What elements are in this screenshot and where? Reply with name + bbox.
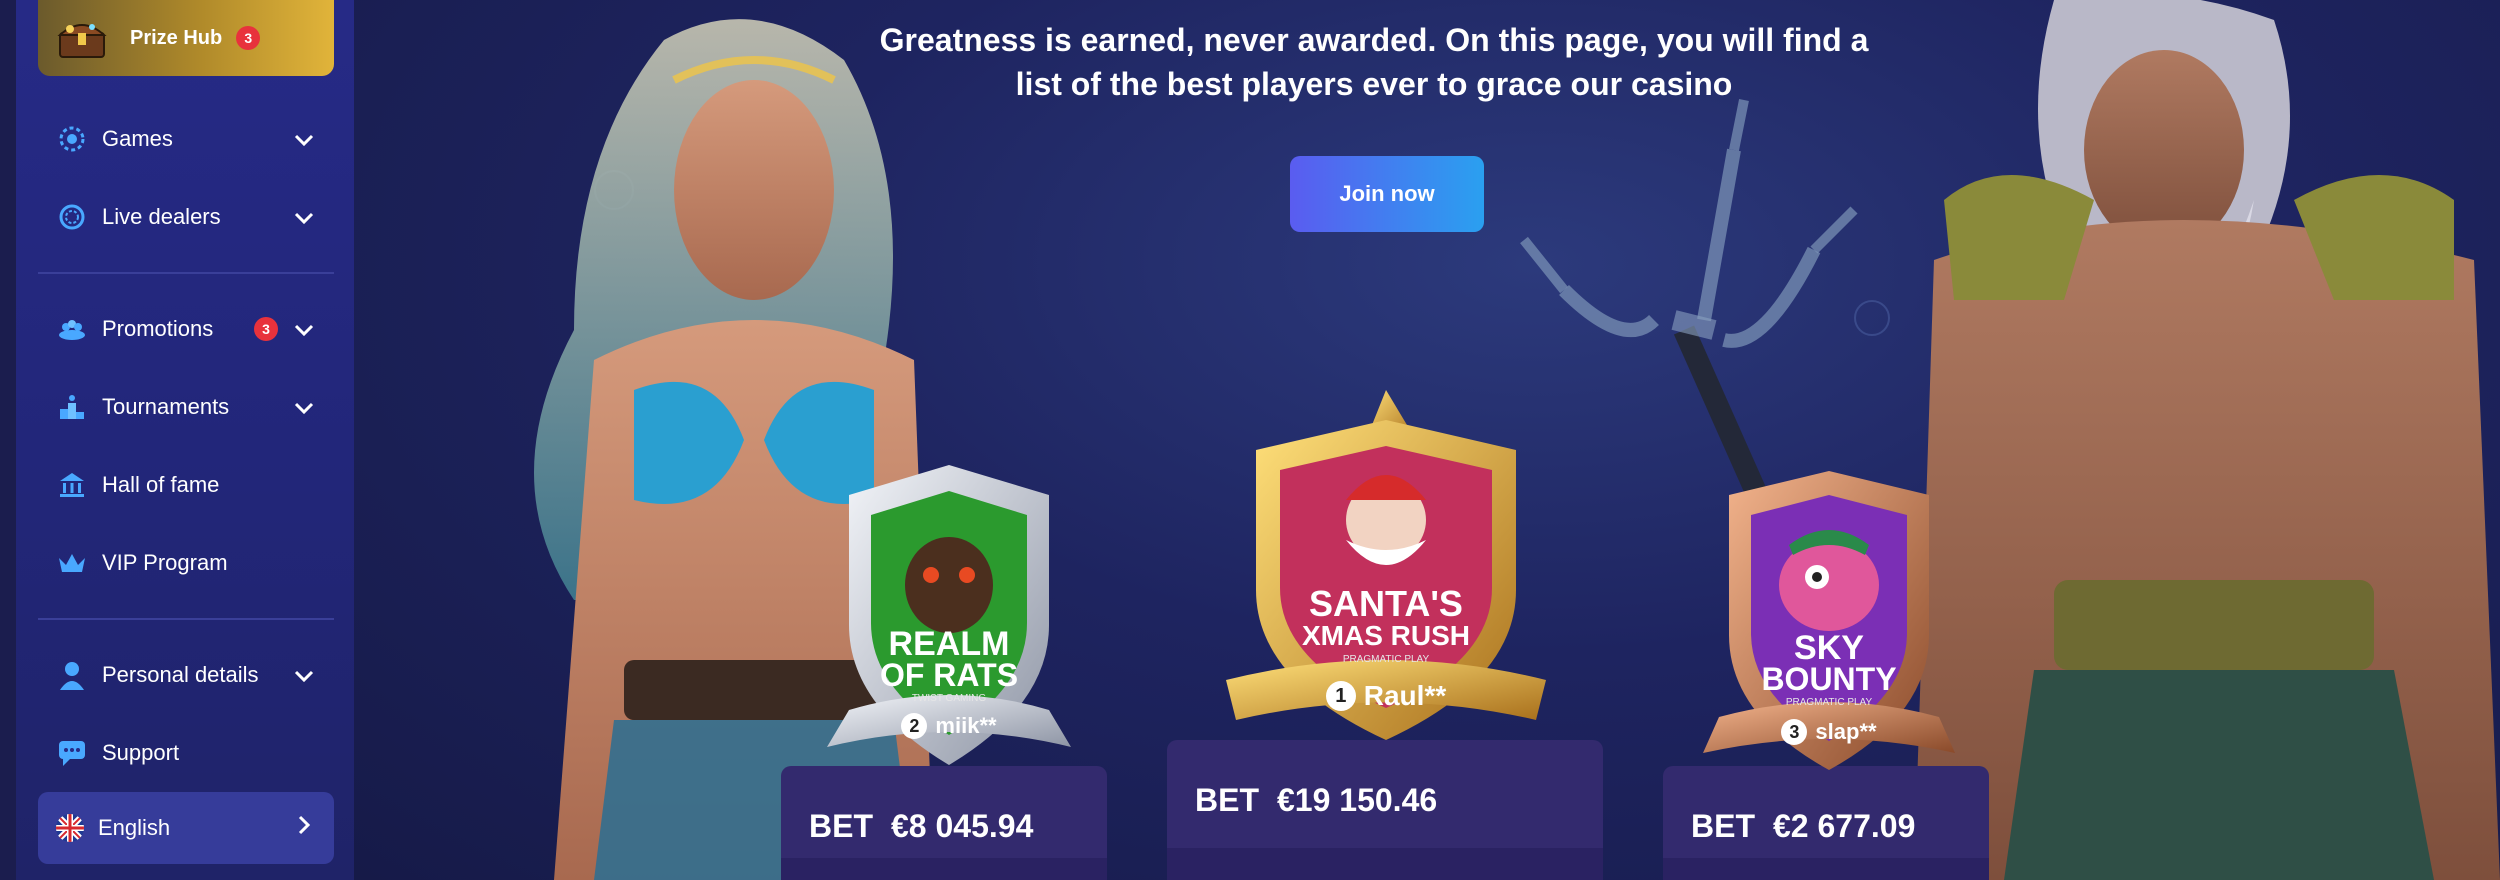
sidebar: Prize Hub 3 Games Live dealers Promotion…	[16, 0, 354, 880]
game-title-line-1: SANTA'S	[1309, 583, 1463, 624]
bet-label: BET	[1195, 782, 1259, 818]
headline-line-2: list of the best players ever to grace o…	[1015, 66, 1733, 102]
bet-label: BET	[809, 808, 873, 844]
prize-hub-label: Prize Hub	[130, 26, 223, 49]
hall-of-fame-icon	[56, 469, 88, 501]
sidebar-item-label: Games	[102, 126, 173, 151]
sidebar-item-label: Hall of fame	[102, 472, 220, 497]
chevron-down-icon	[294, 662, 314, 688]
game-studio: PRAGMATIC PLAY	[1342, 654, 1430, 665]
sidebar-item-label: VIP Program	[102, 550, 228, 575]
player-name: slap**	[1815, 719, 1877, 744]
treasure-chest-icon	[56, 15, 108, 61]
game-badge-santas-xmas-rush[interactable]: SANTA'S XMAS RUSH PRAGMATIC PLAY 1 Raul*…	[1216, 390, 1556, 750]
sidebar-item-promotions[interactable]: Promotions 3	[38, 290, 334, 368]
rank-number: 1	[1325, 681, 1356, 711]
prize-hub-button[interactable]: Prize Hub 3	[38, 0, 334, 76]
prize-hub-badge: 3	[236, 26, 261, 50]
sidebar-item-games[interactable]: Games	[38, 100, 334, 178]
player-ribbon: 3 slap**	[1689, 719, 1969, 745]
bet-label: BET	[1691, 808, 1755, 844]
headline-line-1: Greatness is earned, never awarded. On t…	[879, 22, 1869, 58]
sidebar-item-personal-details[interactable]: Personal details	[38, 636, 334, 714]
bet-amount: BET €19 150.46	[1195, 782, 1437, 819]
sidebar-item-label: Personal details	[102, 662, 259, 687]
chevron-down-icon	[294, 316, 314, 342]
language-label: English	[98, 815, 171, 840]
poseidon-illustration	[1914, 0, 2500, 880]
rank-number: 2	[901, 713, 928, 739]
bet-value: €8 045.94	[891, 808, 1034, 844]
chevron-down-icon	[294, 204, 314, 230]
sidebar-item-label: Promotions	[102, 316, 214, 341]
sidebar-item-hall-of-fame[interactable]: Hall of fame	[38, 446, 334, 524]
tournaments-icon	[56, 391, 88, 423]
card-footer	[781, 858, 1107, 880]
hall-of-fame-hero: Greatness is earned, never awarded. On t…	[354, 0, 2500, 880]
player-name: Raul**	[1363, 680, 1447, 711]
chevron-down-icon	[294, 126, 314, 152]
game-studio: PRAGMATIC PLAY	[1785, 697, 1873, 708]
game-title-line-2: BOUNTY	[1761, 661, 1897, 697]
sidebar-item-tournaments[interactable]: Tournaments	[38, 368, 334, 446]
sidebar-item-vip-program[interactable]: VIP Program	[38, 524, 334, 602]
sidebar-item-label: Live dealers	[102, 204, 221, 229]
sidebar-nav: Games Live dealers Promotions 3 Tourname…	[38, 100, 334, 792]
card-footer	[1167, 848, 1603, 880]
player-ribbon: 1 Raul**	[1216, 680, 1556, 712]
player-name: miik**	[935, 713, 997, 738]
support-chat-icon	[56, 737, 88, 769]
person-icon	[56, 659, 88, 691]
game-badge-sky-bounty[interactable]: SKY BOUNTY PRAGMATIC PLAY 3 slap**	[1689, 465, 1969, 785]
game-badge-realm-of-rats[interactable]: REALM OF RATS TWIST GAMING 2 miik**	[809, 455, 1089, 785]
live-dealers-icon	[56, 201, 88, 233]
game-title-line-2: XMAS RUSH	[1301, 620, 1470, 651]
game-title-line-1: REALM	[888, 625, 1010, 663]
rank-number: 3	[1781, 719, 1808, 745]
sidebar-item-support[interactable]: Support	[38, 714, 334, 792]
bet-value: €2 677.09	[1773, 808, 1916, 844]
bet-amount: BET €8 045.94	[809, 808, 1033, 845]
language-selector[interactable]: English	[38, 792, 334, 864]
join-now-button[interactable]: Join now	[1290, 156, 1484, 232]
card-footer	[1663, 858, 1989, 880]
promotions-badge: 3	[254, 317, 278, 341]
sidebar-item-live-dealers[interactable]: Live dealers	[38, 178, 334, 256]
sidebar-item-label: Support	[102, 740, 180, 765]
chevron-down-icon	[294, 394, 314, 420]
game-title-line-2: OF RATS	[879, 657, 1019, 693]
uk-flag-icon	[56, 814, 84, 842]
podium-card-rank-1[interactable]: BET €19 150.46	[1167, 740, 1603, 880]
sidebar-divider	[38, 618, 334, 620]
chevron-right-icon	[298, 815, 311, 841]
bet-amount: BET €2 677.09	[1691, 808, 1915, 845]
player-ribbon: 2 miik**	[809, 713, 1089, 739]
hero-headline: Greatness is earned, never awarded. On t…	[874, 18, 1874, 106]
bet-value: €19 150.46	[1277, 782, 1438, 818]
promotions-icon	[56, 313, 88, 345]
game-studio: TWIST GAMING	[911, 693, 987, 704]
games-icon	[56, 123, 88, 155]
game-title-line-1: SKY	[1794, 629, 1864, 667]
crown-icon	[56, 547, 88, 579]
sidebar-divider	[38, 272, 334, 274]
sidebar-item-label: Tournaments	[102, 394, 230, 419]
